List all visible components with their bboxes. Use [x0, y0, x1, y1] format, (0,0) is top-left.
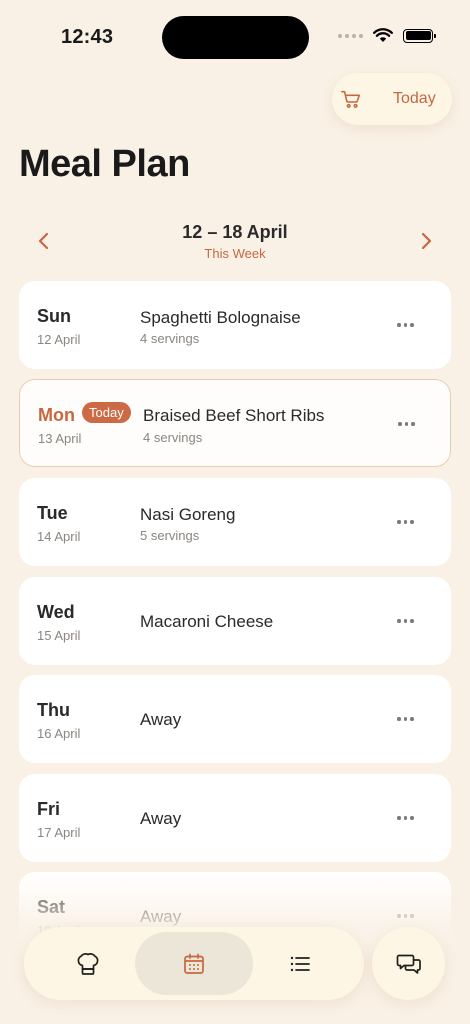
- status-time: 12:43: [61, 26, 114, 48]
- day-card-wed[interactable]: Wed 15 April Macaroni Cheese: [19, 577, 451, 665]
- more-options-icon[interactable]: [398, 422, 415, 426]
- chat-bubbles-icon: [396, 954, 421, 974]
- servings: 4 servings: [140, 331, 200, 346]
- week-range: 12 – 18 April: [182, 222, 288, 242]
- meal-name: Braised Beef Short Ribs: [143, 406, 325, 425]
- day-card-tue[interactable]: Tue 14 April Nasi Goreng 5 servings: [19, 478, 451, 566]
- servings: 4 servings: [143, 430, 203, 445]
- day-date: 17 April: [37, 825, 81, 840]
- day-date: 15 April: [37, 628, 81, 643]
- day-name: Thu: [37, 700, 70, 720]
- day-date: 13 April: [38, 431, 82, 446]
- meal-name: Away: [140, 907, 182, 926]
- battery-icon: [403, 28, 436, 43]
- list-icon: [290, 956, 310, 971]
- tab-meal-plan[interactable]: [135, 932, 253, 995]
- chat-button[interactable]: [372, 927, 445, 1000]
- today-badge: Today: [82, 402, 131, 423]
- more-options-icon[interactable]: [397, 816, 414, 820]
- day-name: Mon: [38, 405, 75, 425]
- page-title: Meal Plan: [19, 143, 190, 185]
- tab-recipes[interactable]: [29, 932, 147, 995]
- meal-name: Macaroni Cheese: [140, 612, 274, 631]
- dynamic-island: [162, 16, 309, 59]
- day-card-thu[interactable]: Thu 16 April Away: [19, 675, 451, 763]
- day-name: Sat: [37, 897, 66, 917]
- chef-hat-icon: [77, 952, 99, 975]
- cart-today-pill[interactable]: Today: [332, 73, 452, 125]
- cellular-signal-icon: [338, 33, 363, 38]
- meal-name: Nasi Goreng: [140, 505, 236, 524]
- tab-bar: [24, 927, 364, 1000]
- day-name: Tue: [37, 503, 68, 523]
- more-options-icon[interactable]: [397, 619, 414, 623]
- tab-list[interactable]: [241, 932, 359, 995]
- week-subtitle: This Week: [204, 246, 266, 261]
- day-card-mon[interactable]: Mon Today 13 April Braised Beef Short Ri…: [19, 379, 451, 467]
- day-card-sun[interactable]: Sun 12 April Spaghetti Bolognaise 4 serv…: [19, 281, 451, 369]
- wifi-icon: [373, 28, 393, 42]
- next-week-chevron-icon[interactable]: [414, 228, 438, 254]
- day-date: 16 April: [37, 726, 81, 741]
- meal-name: Spaghetti Bolognaise: [140, 308, 301, 327]
- meal-name: Away: [140, 809, 182, 828]
- servings: 5 servings: [140, 528, 200, 543]
- day-card-fri[interactable]: Fri 17 April Away: [19, 774, 451, 862]
- day-name: Fri: [37, 799, 61, 819]
- day-date: 14 April: [37, 529, 81, 544]
- more-options-icon[interactable]: [397, 717, 414, 721]
- today-button[interactable]: Today: [393, 90, 436, 108]
- day-name: Wed: [37, 602, 75, 622]
- meal-name: Away: [140, 710, 182, 729]
- more-options-icon[interactable]: [397, 323, 414, 327]
- more-options-icon[interactable]: [397, 914, 414, 918]
- status-icons: [338, 28, 436, 43]
- day-date: 12 April: [37, 332, 81, 347]
- calendar-icon: [184, 953, 204, 974]
- shopping-cart-icon[interactable]: [340, 88, 362, 110]
- more-options-icon[interactable]: [397, 520, 414, 524]
- day-name: Sun: [37, 306, 71, 326]
